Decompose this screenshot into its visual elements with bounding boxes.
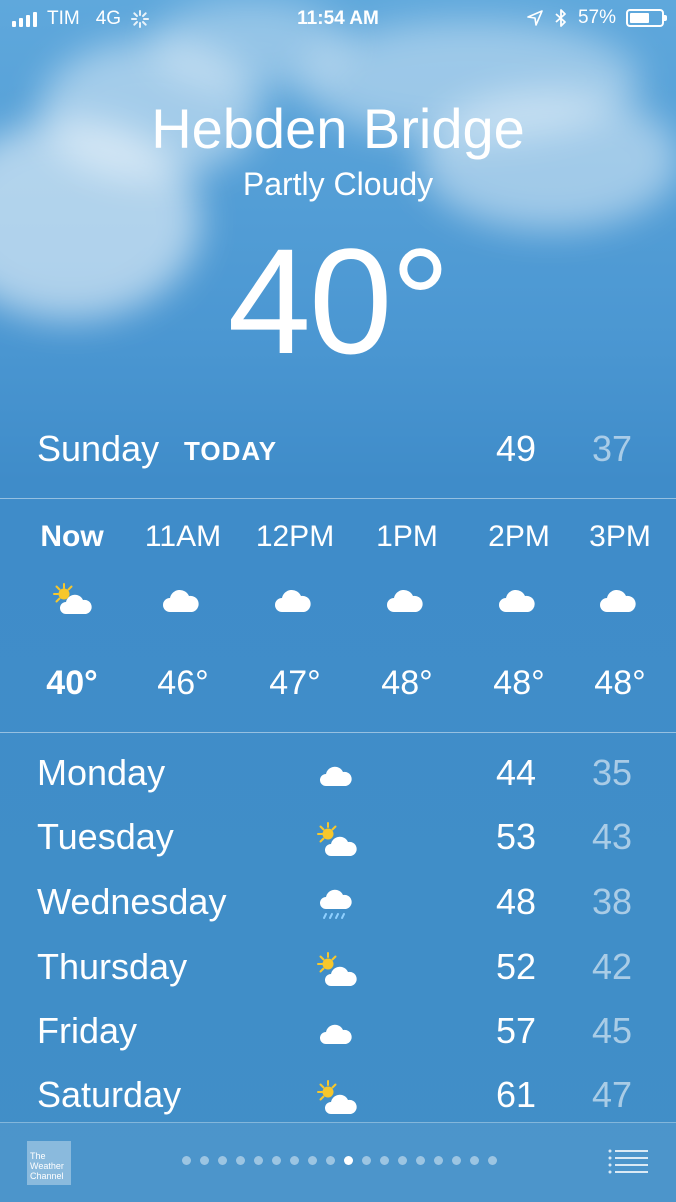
- page-dot[interactable]: [434, 1156, 443, 1165]
- forecast-row: Tuesday 53 43: [0, 806, 676, 870]
- page-dot[interactable]: [398, 1156, 407, 1165]
- hour-label: Now: [40, 520, 104, 553]
- forecast-row: Thursday 52 42: [0, 936, 676, 1000]
- partly-sunny-icon: [317, 952, 357, 986]
- cloud-icon: [320, 766, 352, 786]
- hour-label: 11AM: [144, 520, 222, 553]
- forecast-high: 52: [496, 946, 537, 987]
- cloud-icon: [163, 589, 199, 612]
- forecast-low: 45: [592, 1010, 633, 1051]
- hour-label: 1PM: [376, 520, 438, 553]
- forecast-day: Monday: [37, 752, 166, 793]
- page-dot[interactable]: [470, 1156, 479, 1165]
- page-dot[interactable]: [200, 1156, 209, 1165]
- cloud-icon: [320, 1024, 352, 1044]
- page-dot[interactable]: [452, 1156, 461, 1165]
- current-temperature: 40°: [227, 217, 451, 385]
- forecast-low: 47: [592, 1074, 633, 1115]
- today-row: Sunday TODAY 49 37: [0, 428, 676, 476]
- hour-temp: 48°: [381, 664, 433, 702]
- cloud-icon: [275, 589, 311, 612]
- forecast-high: 57: [496, 1010, 537, 1051]
- page-dot[interactable]: [416, 1156, 425, 1165]
- hour-temp: 40°: [46, 664, 98, 702]
- city-list-icon[interactable]: [608, 1149, 648, 1175]
- bottom-toolbar: The Weather Channel: [0, 1123, 676, 1202]
- forecast-low: 35: [592, 752, 633, 793]
- location-arrow-icon: [527, 10, 543, 26]
- page-dot[interactable]: [326, 1156, 335, 1165]
- hour-label: 3PM: [589, 520, 651, 553]
- cloud-icon: [600, 589, 636, 612]
- forecast-row: Monday 44 35: [0, 742, 676, 806]
- page-dot[interactable]: [308, 1156, 317, 1165]
- hour-label: 12PM: [255, 520, 335, 553]
- divider: [0, 732, 676, 733]
- weather-channel-logo-text: The Weather Channel: [30, 1151, 64, 1181]
- status-bar: TIM 4G 11:54 AM 57%: [0, 0, 676, 38]
- battery-percent: 57%: [577, 7, 616, 28]
- rain-icon: [320, 889, 352, 919]
- city-name: Hebden Bridge: [151, 97, 525, 160]
- hourly-forecast[interactable]: Now 40° 11AM 46° 12PM 47° 1PM 48° 2PM 48…: [0, 500, 676, 732]
- page-dot[interactable]: [344, 1156, 353, 1165]
- page-dot[interactable]: [254, 1156, 263, 1165]
- forecast-row: Wednesday 48 38: [0, 871, 676, 935]
- page-indicator[interactable]: [182, 1156, 497, 1165]
- forecast-low: 38: [592, 881, 633, 922]
- partly-sunny-icon: [317, 1080, 357, 1114]
- partly-sunny-icon: [53, 583, 92, 614]
- forecast-low: 42: [592, 946, 633, 987]
- page-dot[interactable]: [380, 1156, 389, 1165]
- page-dot[interactable]: [236, 1156, 245, 1165]
- hour-temp: 46°: [157, 664, 209, 702]
- page-dot[interactable]: [218, 1156, 227, 1165]
- page-dot[interactable]: [182, 1156, 191, 1165]
- forecast-day: Thursday: [37, 946, 188, 987]
- forecast-row: Friday 57 45: [0, 1000, 676, 1064]
- forecast-day: Saturday: [37, 1074, 182, 1115]
- today-day: Sunday: [37, 428, 160, 469]
- forecast-day: Friday: [37, 1010, 138, 1051]
- cloud-icon: [499, 589, 535, 612]
- page-dot[interactable]: [290, 1156, 299, 1165]
- cloud-icon: [387, 589, 423, 612]
- forecast-row: Saturday 61 47: [0, 1064, 676, 1128]
- page-dot[interactable]: [362, 1156, 371, 1165]
- forecast-day: Wednesday: [37, 881, 227, 922]
- hour-temp: 47°: [269, 664, 321, 702]
- weather-channel-logo[interactable]: The Weather Channel: [27, 1141, 71, 1185]
- today-tag: TODAY: [184, 436, 278, 466]
- current-condition: Partly Cloudy: [242, 166, 434, 202]
- forecast-low: 43: [592, 816, 633, 857]
- hour-label: 2PM: [488, 520, 550, 553]
- divider: [0, 498, 676, 499]
- today-high: 49: [496, 428, 537, 469]
- page-dot[interactable]: [272, 1156, 281, 1165]
- forecast-high: 53: [496, 816, 537, 857]
- today-low: 37: [592, 428, 633, 469]
- bluetooth-icon: [555, 9, 566, 27]
- forecast-high: 48: [496, 881, 537, 922]
- forecast-day: Tuesday: [37, 816, 174, 857]
- battery-icon: [626, 9, 667, 27]
- hour-temp: 48°: [594, 664, 646, 702]
- forecast-high: 61: [496, 1074, 537, 1115]
- page-dot[interactable]: [488, 1156, 497, 1165]
- partly-sunny-icon: [317, 822, 357, 856]
- forecast-high: 44: [496, 752, 537, 793]
- hour-temp: 48°: [493, 664, 545, 702]
